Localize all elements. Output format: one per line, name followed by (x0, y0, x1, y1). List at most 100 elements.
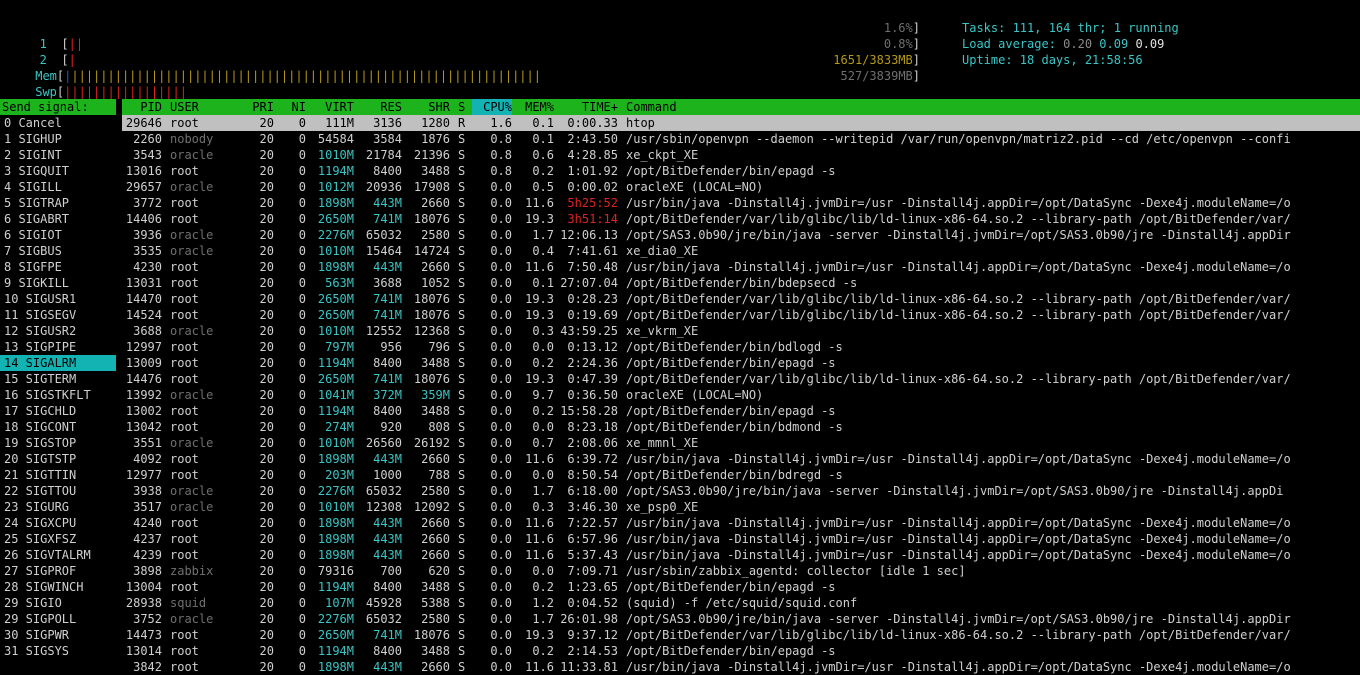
signal-panel[interactable]: Send signal: 0 Cancel 1 SIGHUP 2 SIGINT 3 S… (0, 99, 116, 659)
signal-item[interactable]: 3 SIGQUIT (0, 163, 116, 179)
signal-item[interactable]: 22 SIGTTOU (0, 483, 116, 499)
col-virt[interactable]: VIRT (310, 99, 354, 115)
table-row[interactable]: 12977 root 20 0 203M 1000 788 S 0.0 0.0 8:50.54/op… (122, 467, 1360, 483)
table-row[interactable]: 13031 root 20 0 563M 3688 1052 S 0.0 0.1 27:07.04 /… (122, 275, 1360, 291)
signal-item[interactable]: 6 SIGIOT (0, 227, 116, 243)
col-pid[interactable]: PID (122, 99, 162, 115)
table-row[interactable]: 4092 root 20 0 1898M 443M 2660 S 0.0 11.6 6:39.72 /… (122, 451, 1360, 467)
table-row[interactable]: 13004 root 20 0 1194M 8400 3488 S 0.0 0.2 1:23.65 /… (122, 579, 1360, 595)
col-cpu[interactable]: CPU% (472, 99, 512, 115)
signal-item[interactable]: 0 Cancel (0, 115, 116, 131)
signal-item[interactable]: 29 SIGPOLL (0, 611, 116, 627)
col-shr[interactable]: SHR (406, 99, 450, 115)
col-state[interactable]: S (458, 99, 468, 115)
table-row[interactable]: 3936 oracle 20 0 2276M 65032 2580 S 0.0 1.7 12:06.… (122, 227, 1360, 243)
signal-item[interactable]: 2 SIGINT (0, 147, 116, 163)
signal-item[interactable]: 16 SIGSTKFLT (0, 387, 116, 403)
signal-item[interactable]: 7 SIGBUS (0, 243, 116, 259)
signal-item[interactable]: 27 SIGPROF (0, 563, 116, 579)
table-row[interactable]: 2260 nobody 20 0 54584 3584 1876 S 0.8 0.1 2:43.50… (122, 131, 1360, 147)
signal-item[interactable]: 8 SIGFPE (0, 259, 116, 275)
pri-cell: 20 (259, 500, 274, 514)
res-cell: 12552 (365, 324, 402, 338)
signal-item[interactable]: 18 SIGCONT (0, 419, 116, 435)
table-row[interactable]: 3551 oracle 20 0 1010M 26560 26192 S 0.0 0.7 2:08.… (122, 435, 1360, 451)
table-row[interactable]: 13009 root 20 0 1194M 8400 3488 S 0.0 0.2 2:24.36 /… (122, 355, 1360, 371)
col-command[interactable]: Command (626, 99, 1360, 115)
signal-item[interactable]: 31 SIGSYS (0, 643, 116, 659)
pid-cell: 14473 (125, 628, 162, 642)
signal-item[interactable]: 9 SIGKILL (0, 275, 116, 291)
table-row[interactable]: 4237 root 20 0 1898M 443M 2660 S 0.0 11.6 6:57.96 /… (122, 531, 1360, 547)
signal-item[interactable]: 25 SIGXFSZ (0, 531, 116, 547)
command-cell: /opt/BitDefender/bin/epagd -s (626, 356, 836, 370)
table-row[interactable]: 4239 root 20 0 1898M 443M 2660 S 0.0 11.6 5:37.43 /… (122, 547, 1360, 563)
col-pri[interactable]: PRI (242, 99, 274, 115)
signal-item[interactable]: 5 SIGTRAP (0, 195, 116, 211)
signal-item[interactable]: 30 SIGPWR (0, 627, 116, 643)
table-row[interactable]: 29657 oracle 20 0 1012M 20936 17908 S 0.0 0.5 0:00… (122, 179, 1360, 195)
table-row[interactable]: 3938 oracle 20 0 2276M 65032 2580 S 0.0 1.7 6:18.0… (122, 483, 1360, 499)
table-row[interactable]: 4240 root 20 0 1898M 443M 2660 S 0.0 11.6 7:22.57 /… (122, 515, 1360, 531)
signal-item[interactable]: 12 SIGUSR2 (0, 323, 116, 339)
table-row[interactable]: 13992 oracle 20 0 1041M 372M 359M S 0.0 9.7 0:36.5… (122, 387, 1360, 403)
table-row[interactable]: 3688 oracle 20 0 1010M 12552 12368 S 0.0 0.3 43:59… (122, 323, 1360, 339)
table-row[interactable]: 3535 oracle 20 0 1010M 15464 14724 S 0.0 0.4 7:41.… (122, 243, 1360, 259)
table-row[interactable]: 13014 root 20 0 1194M 8400 3488 S 0.0 0.2 2:14.53 /… (122, 643, 1360, 659)
col-time[interactable]: TIME+ (554, 99, 618, 115)
table-row[interactable]: 13016 root 20 0 1194M 8400 3488 S 0.8 0.2 1:01.92 /… (122, 163, 1360, 179)
table-row[interactable]: 14470 root 20 0 2650M 741M 18076 S 0.0 19.3 0:28.2… (122, 291, 1360, 307)
virt-cell: 1012M (317, 180, 354, 194)
signal-item[interactable]: 1 SIGHUP (0, 131, 116, 147)
col-mem[interactable]: MEM% (514, 99, 554, 115)
signal-item[interactable]: 10 SIGUSR1 (0, 291, 116, 307)
signal-item[interactable]: 29 SIGIO (0, 595, 116, 611)
command-cell: /usr/sbin/zabbix_agentd: collector [idle… (626, 564, 966, 578)
table-row[interactable]: 14406 root 20 0 2650M 741M 18076 S 0.0 19.3 3h51:1… (122, 211, 1360, 227)
table-row[interactable]: 3543 oracle 20 0 1010M 21784 21396 S 0.8 0.6 4:28.… (122, 147, 1360, 163)
table-row[interactable]: 14473 root 20 0 2650M 741M 18076 S 0.0 19.3 9:37.1… (122, 627, 1360, 643)
table-row[interactable]: 14476 root 20 0 2650M 741M 18076 S 0.0 19.3 0:47.3… (122, 371, 1360, 387)
table-row[interactable]: 14524 root 20 0 2650M 741M 18076 S 0.0 19.3 0:19.6… (122, 307, 1360, 323)
table-row[interactable]: 3772 root 20 0 1898M 443M 2660 S 0.0 11.6 5h25:52 /… (122, 195, 1360, 211)
res-cell: 700 (380, 564, 402, 578)
col-ni[interactable]: NI (282, 99, 306, 115)
signal-item[interactable]: 20 SIGTSTP (0, 451, 116, 467)
table-row[interactable]: 4230 root 20 0 1898M 443M 2660 S 0.0 11.6 7:50.48 /… (122, 259, 1360, 275)
table-row[interactable]: 3517 oracle 20 0 1010M 12308 12092 S 0.0 0.3 3:46.… (122, 499, 1360, 515)
signal-item[interactable]: 15 SIGTERM (0, 371, 116, 387)
table-row[interactable]: 13042 root 20 0 274M 920 808 S 0.0 0.0 8:23.18/opt… (122, 419, 1360, 435)
signal-item[interactable]: 28 SIGWINCH (0, 579, 116, 595)
table-row[interactable]: 12997 root 20 0 797M 956 796 S 0.0 0.0 0:13.12/opt… (122, 339, 1360, 355)
virt-cell: 2276M (317, 612, 354, 626)
table-row[interactable]: 29646 root 20 0 111M 3136 1280 R 1.6 0.1 0:00.33 ht… (122, 115, 1360, 131)
pri-cell: 20 (259, 132, 274, 146)
table-row[interactable]: 3898 zabbix 20 0 79316 700 620 S 0.0 0.0 7:09.71/u… (122, 563, 1360, 579)
state-cell: S (458, 372, 466, 386)
signal-item[interactable]: 6 SIGABRT (0, 211, 116, 227)
table-row[interactable]: 3752 oracle 20 0 2276M 65032 2580 S 0.0 1.7 26:01.… (122, 611, 1360, 627)
table-row[interactable]: 3842 root 20 0 1898M 443M 2660 S 0.0 11.6 11:33.81… (122, 659, 1360, 675)
signal-item[interactable]: 24 SIGXCPU (0, 515, 116, 531)
cpu-cell: 0.0 (490, 212, 512, 226)
signal-item[interactable]: 21 SIGTTIN (0, 467, 116, 483)
signal-item[interactable]: 23 SIGURG (0, 499, 116, 515)
signal-item[interactable]: 4 SIGILL (0, 179, 116, 195)
table-row[interactable]: 13002 root 20 0 1194M 8400 3488 S 0.0 0.2 15:58.28… (122, 403, 1360, 419)
signal-item[interactable]: 13 SIGPIPE (0, 339, 116, 355)
table-row[interactable]: 28938 squid 20 0 107M 45928 5388 S 0.0 1.2 0:04.52… (122, 595, 1360, 611)
time-cell: 0:04.52 (567, 596, 618, 610)
signal-item[interactable]: 14 SIGALRM (0, 355, 116, 371)
user-cell: oracle (170, 612, 214, 626)
signal-item[interactable]: 17 SIGCHLD (0, 403, 116, 419)
col-user[interactable]: USER (170, 99, 240, 115)
signal-item[interactable]: 19 SIGSTOP (0, 435, 116, 451)
signal-item[interactable]: 26 SIGVTALRM (0, 547, 116, 563)
time-cell: 0:19.69 (567, 308, 618, 322)
signal-item[interactable]: 11 SIGSEGV (0, 307, 116, 323)
process-rows[interactable]: 29646 root 20 0 111M 3136 1280 R 1.6 0.1 0:00.33 ht… (122, 115, 1360, 675)
signal-list[interactable]: 0 Cancel 1 SIGHUP 2 SIGINT 3 SIGQUIT 4 SIGIL… (0, 115, 116, 659)
process-table[interactable]: PID USER PRI NI VIRT RES SHR S CPU% MEM%… (122, 99, 1360, 675)
mem-value: 1651/3833MB] (833, 53, 920, 67)
col-res[interactable]: RES (358, 99, 402, 115)
